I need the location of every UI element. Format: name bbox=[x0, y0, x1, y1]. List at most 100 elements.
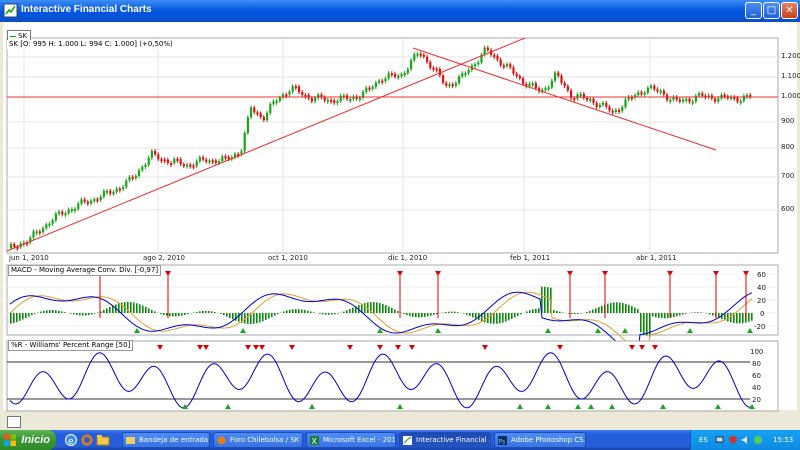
security-shield-icon[interactable] bbox=[728, 435, 738, 445]
macd-hist-bar bbox=[133, 302, 135, 313]
macd-hist-bar bbox=[409, 313, 411, 317]
macd-hist-bar bbox=[34, 313, 36, 314]
candle-body bbox=[685, 98, 688, 101]
macd-hist-bar bbox=[145, 306, 147, 313]
macd-hist-bar bbox=[730, 313, 732, 323]
svg-text:e: e bbox=[68, 437, 74, 447]
macd-hist-bar bbox=[46, 310, 48, 313]
taskbar-button-excel[interactable]: X Microsoft Excel - 201... bbox=[306, 432, 396, 448]
candle-body bbox=[214, 160, 217, 163]
macd-hist-bar bbox=[346, 310, 348, 313]
start-button[interactable]: Inicio bbox=[0, 430, 56, 450]
macd-hist-bar bbox=[547, 287, 549, 313]
status-box[interactable] bbox=[7, 416, 21, 428]
status-bar bbox=[3, 414, 797, 430]
macd-hist-bar bbox=[148, 308, 150, 313]
macd-hist-bar bbox=[751, 313, 753, 321]
macd-hist-bar bbox=[505, 313, 507, 322]
taskbar-button-charts[interactable]: Interactive Financial ... bbox=[399, 432, 491, 448]
macd-hist-bar bbox=[673, 313, 675, 318]
macd-hist-bar bbox=[205, 310, 207, 313]
candle-body bbox=[518, 76, 521, 79]
macd-hist-bar bbox=[337, 313, 339, 314]
macd-hist-bar bbox=[163, 313, 165, 315]
candle-body bbox=[246, 117, 249, 134]
macd-hist-bar bbox=[700, 312, 702, 313]
macd-hist-bar bbox=[499, 313, 501, 324]
macd-hist-bar bbox=[256, 313, 258, 324]
candle-body bbox=[717, 98, 720, 102]
candle-body bbox=[534, 83, 537, 89]
candle-body bbox=[605, 102, 608, 107]
candle-body bbox=[45, 224, 48, 229]
candle-body bbox=[640, 92, 643, 95]
candle-body bbox=[448, 84, 451, 87]
williams-title[interactable]: %R - Williams' Percent Range [50] bbox=[8, 340, 134, 351]
candle-body bbox=[515, 73, 518, 77]
macd-hist-bar bbox=[286, 310, 288, 313]
macd-hist-bar bbox=[655, 313, 657, 318]
macd-hist-bar bbox=[574, 313, 576, 315]
candle-body bbox=[736, 97, 739, 102]
folder-icon[interactable] bbox=[96, 433, 110, 447]
macd-hist-bar bbox=[538, 308, 540, 313]
macd-title[interactable]: MACD - Moving Average Conv. Div. [-0,97] bbox=[8, 265, 162, 276]
ie-icon[interactable]: e bbox=[64, 433, 78, 447]
price-tick-900: 900 bbox=[781, 117, 794, 125]
candle-body bbox=[118, 188, 121, 191]
candle-body bbox=[442, 75, 445, 83]
candle-body bbox=[410, 60, 413, 70]
taskbar-button-forum[interactable]: Foro Chilebolsa / SK -... bbox=[213, 432, 303, 448]
candle-body bbox=[589, 98, 592, 101]
macd-hist-bar bbox=[43, 310, 45, 313]
network-icon[interactable] bbox=[715, 435, 725, 445]
system-tray: ES 15:53 bbox=[690, 430, 800, 450]
taskbar-button-mail[interactable]: Bandeja de entrada -... bbox=[122, 432, 210, 448]
candle-body bbox=[592, 98, 595, 104]
taskbar-label-excel: Microsoft Excel - 201... bbox=[323, 436, 396, 444]
macd-hist-bar bbox=[64, 312, 66, 313]
macd-hist-bar bbox=[265, 313, 267, 321]
candle-body bbox=[438, 68, 441, 76]
candle-body bbox=[61, 211, 64, 215]
update-icon[interactable] bbox=[753, 435, 763, 445]
macd-hist-bar bbox=[562, 312, 564, 313]
macd-hist-bar bbox=[535, 308, 537, 313]
candle-body bbox=[262, 116, 265, 121]
taskbar-button-photoshop[interactable]: Ps Adobe Photoshop CS... bbox=[494, 432, 586, 448]
firefox-icon[interactable] bbox=[80, 433, 94, 447]
candle-body bbox=[141, 166, 144, 171]
macd-hist-bar bbox=[508, 313, 510, 321]
candle-body bbox=[365, 87, 368, 92]
volume-icon[interactable] bbox=[741, 435, 751, 445]
excel-icon: X bbox=[310, 436, 319, 445]
candle-body bbox=[208, 160, 211, 163]
candle-body bbox=[176, 158, 179, 161]
candle-body bbox=[138, 170, 141, 176]
clock[interactable]: 15:53 bbox=[773, 436, 793, 444]
x-tick-dic: dic 1, 2010 bbox=[388, 254, 427, 262]
chart-canvas[interactable]: 1.200 1.100 1.000 900 800 700 600 jun 1,… bbox=[0, 0, 800, 430]
macd-hist-bar bbox=[457, 312, 459, 313]
candle-body bbox=[426, 56, 429, 62]
macd-hist-bar bbox=[433, 313, 435, 315]
candle-body bbox=[64, 213, 67, 216]
candle-body bbox=[349, 98, 352, 101]
macd-hist-bar bbox=[514, 313, 516, 318]
candle-body bbox=[150, 151, 153, 158]
candle-body bbox=[224, 156, 227, 159]
mail-icon bbox=[126, 437, 135, 444]
candle-body bbox=[10, 244, 13, 248]
windows-flag-icon bbox=[4, 434, 16, 446]
candle-body bbox=[128, 176, 131, 181]
macd-hist-bar bbox=[634, 307, 636, 313]
candle-body bbox=[461, 73, 464, 77]
candle-body bbox=[275, 100, 278, 103]
macd-hist-bar bbox=[469, 313, 471, 317]
candle-body bbox=[125, 180, 128, 188]
language-indicator[interactable]: ES bbox=[699, 436, 708, 444]
macd-hist-bar bbox=[382, 303, 384, 313]
price-tick-800: 800 bbox=[781, 143, 794, 151]
candle-body bbox=[192, 165, 195, 168]
macd-hist-bar bbox=[451, 311, 453, 313]
